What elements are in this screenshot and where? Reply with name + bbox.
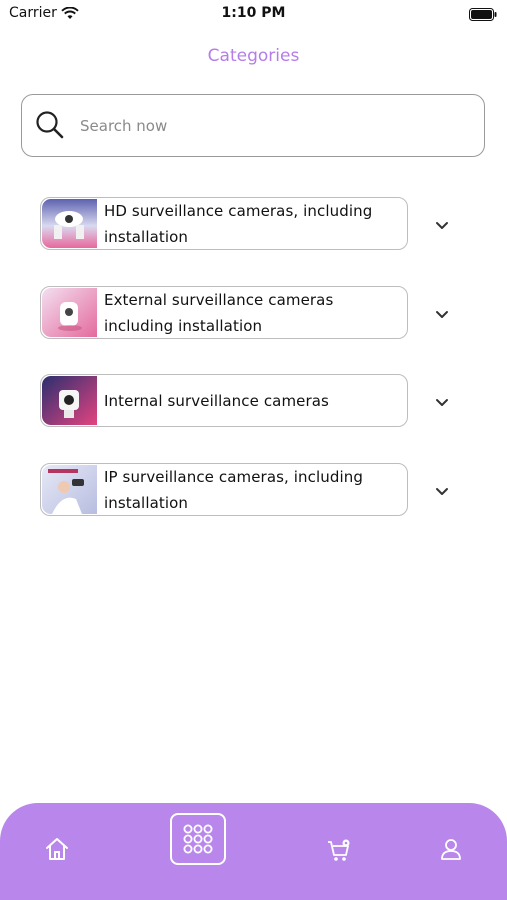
grid-icon[interactable] [170, 813, 226, 865]
category-thumbnail [42, 465, 97, 514]
chevron-down-icon[interactable] [435, 482, 449, 501]
category-label: IP surveillance cameras, including insta… [104, 467, 363, 512]
status-time: 1:10 PM [221, 5, 286, 21]
chevron-down-icon[interactable] [435, 305, 449, 324]
search-icon[interactable] [35, 110, 65, 144]
category-item-ip[interactable]: IP surveillance cameras, including insta… [40, 463, 470, 517]
category-item-internal[interactable]: Internal surveillance cameras [40, 374, 470, 428]
category-label: Internal surveillance cameras [104, 391, 329, 410]
chevron-down-icon[interactable] [435, 393, 449, 412]
category-card[interactable]: External surveillance cameras including … [40, 286, 408, 339]
search-input[interactable] [78, 113, 462, 139]
category-card[interactable]: HD surveillance cameras, including insta… [40, 197, 408, 250]
status-bar: Carrier 1:10 PM [0, 0, 507, 28]
category-label: External surveillance cameras including … [104, 290, 334, 335]
bottom-nav [0, 803, 507, 900]
battery-icon [469, 6, 497, 25]
category-thumbnail [42, 376, 97, 425]
category-card[interactable]: Internal surveillance cameras [40, 374, 408, 427]
category-thumbnail [42, 288, 97, 337]
profile-icon[interactable] [439, 837, 463, 865]
home-icon[interactable] [44, 837, 70, 865]
category-card[interactable]: IP surveillance cameras, including insta… [40, 463, 408, 516]
cart-icon[interactable] [326, 839, 352, 867]
category-item-hd[interactable]: HD surveillance cameras, including insta… [40, 197, 470, 251]
category-thumbnail [42, 199, 97, 248]
chevron-down-icon[interactable] [435, 216, 449, 235]
search-bar[interactable] [21, 94, 485, 157]
page-title: Categories [207, 46, 300, 66]
category-item-external[interactable]: External surveillance cameras including … [40, 286, 470, 340]
category-label: HD surveillance cameras, including insta… [104, 201, 373, 246]
